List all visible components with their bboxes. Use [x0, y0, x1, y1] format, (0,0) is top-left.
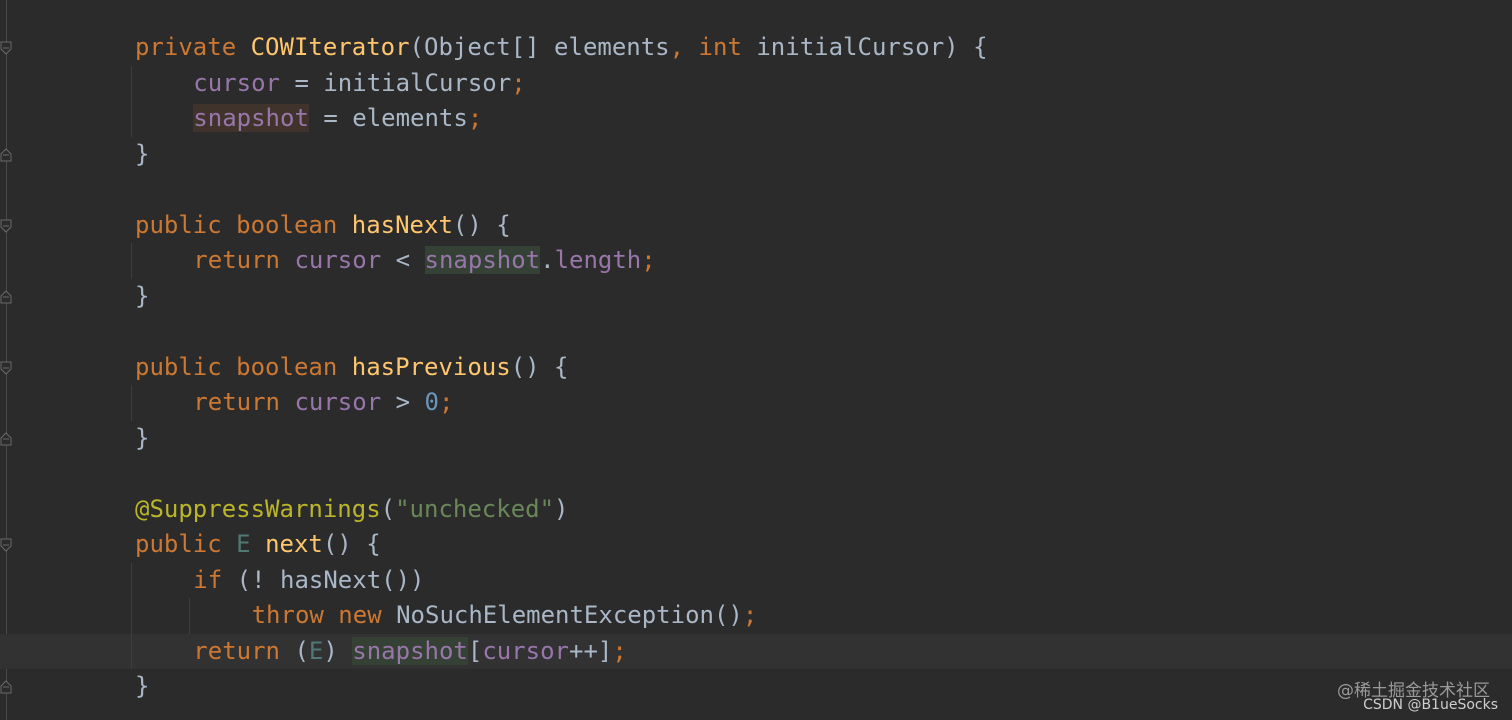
- code-token: }: [135, 281, 150, 310]
- code-line[interactable]: @SuppressWarnings("unchecked"): [0, 492, 1512, 528]
- code-token: ;: [467, 104, 483, 132]
- code-token: hasNext: [351, 210, 453, 239]
- code-line[interactable]: public boolean hasNext() {: [0, 208, 1512, 244]
- code-token: ;: [511, 68, 526, 97]
- code-line[interactable]: return (E) snapshot[cursor++];: [0, 633, 1512, 669]
- code-token: cursor: [482, 636, 570, 665]
- code-token: "unchecked": [395, 494, 555, 523]
- code-token: private: [135, 33, 251, 61]
- code-token: }: [135, 423, 150, 452]
- code-line[interactable]: [0, 172, 1512, 208]
- code-token: E: [308, 636, 324, 665]
- code-token: }: [135, 139, 150, 168]
- code-token: cursor: [294, 388, 382, 416]
- code-line[interactable]: snapshot = elements;: [0, 101, 1512, 137]
- code-line[interactable]: [0, 456, 1512, 492]
- code-token: snapshot: [424, 246, 541, 274]
- code-line[interactable]: return cursor > 0;: [0, 385, 1512, 421]
- code-token: @SuppressWarnings: [135, 494, 381, 523]
- code-token: ;: [742, 601, 758, 629]
- code-token: ;: [438, 388, 454, 416]
- code-line[interactable]: }: [0, 137, 1512, 173]
- code-line[interactable]: public E next() {: [0, 527, 1512, 563]
- code-line[interactable]: }: [0, 421, 1512, 457]
- code-token: (! hasNext()): [236, 565, 425, 594]
- code-line[interactable]: [0, 314, 1512, 350]
- code-line[interactable]: public boolean hasPrevious() {: [0, 350, 1512, 386]
- code-token: (: [294, 636, 309, 665]
- code-line[interactable]: cursor = initialCursor;: [0, 66, 1512, 102]
- indent-guide: [131, 385, 132, 421]
- code-token: next: [265, 530, 323, 558]
- indent-guide: [131, 562, 132, 669]
- code-token: [: [467, 636, 483, 665]
- code-token: }: [135, 672, 150, 700]
- code-token: if: [193, 565, 237, 594]
- code-token: snapshot: [193, 104, 309, 132]
- code-token: COWIterator: [250, 33, 410, 61]
- code-token: NoSuchElementException(): [396, 601, 743, 629]
- code-token: <: [381, 246, 425, 274]
- code-token: () {: [510, 352, 569, 381]
- code-token: ): [323, 636, 353, 665]
- code-token: ;: [612, 636, 627, 665]
- code-token: return: [193, 388, 295, 416]
- code-token: return: [193, 636, 295, 665]
- code-token: = initialCursor: [280, 68, 512, 97]
- code-token: ): [554, 494, 569, 523]
- code-token: () {: [452, 210, 511, 239]
- code-token: public: [135, 530, 237, 558]
- indent-guide: [131, 243, 132, 279]
- code-token: snapshot: [352, 636, 468, 665]
- code-line[interactable]: return cursor < snapshot.length;: [0, 243, 1512, 279]
- code-token: ;: [641, 246, 656, 274]
- code-token: E: [236, 530, 251, 558]
- indent-guide: [189, 598, 190, 634]
- code-token: initialCursor) {: [756, 33, 988, 61]
- code-token: ,: [669, 33, 699, 61]
- code-line[interactable]: if (! hasNext()): [0, 563, 1512, 599]
- code-token: 0: [424, 388, 439, 416]
- code-token: cursor: [193, 68, 280, 97]
- code-token: public: [135, 352, 237, 381]
- code-token: hasPrevious: [351, 352, 511, 381]
- code-line[interactable]: }: [0, 279, 1512, 315]
- code-token: return: [193, 246, 295, 274]
- code-token: throw new: [251, 601, 397, 629]
- code-token: boolean: [236, 210, 352, 239]
- code-line[interactable]: throw new NoSuchElementException();: [0, 598, 1512, 634]
- code-token: >: [381, 388, 425, 416]
- csdn-watermark: CSDN @B1ueSocks: [1363, 697, 1498, 713]
- code-token: (: [380, 494, 396, 523]
- code-token: cursor: [294, 246, 382, 274]
- code-line[interactable]: }: [0, 669, 1512, 705]
- code-token: int: [698, 33, 757, 61]
- code-token: public: [135, 210, 237, 239]
- code-token: (Object[] elements: [409, 33, 670, 61]
- indent-guide: [131, 65, 132, 137]
- code-token: () {: [322, 530, 381, 558]
- code-token: .: [540, 246, 555, 274]
- code-token: ++]: [569, 636, 613, 665]
- code-line[interactable]: private COWIterator(Object[] elements, i…: [0, 30, 1512, 66]
- code-token: = elements: [308, 104, 468, 132]
- code-token: length: [554, 246, 642, 274]
- code-token: boolean: [236, 352, 352, 381]
